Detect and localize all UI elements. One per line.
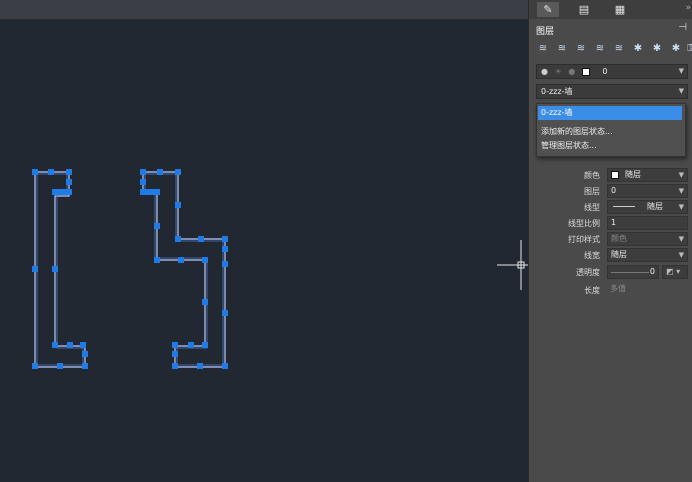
transparency-value: 0 [649, 267, 655, 276]
prop-row-linetype: 线型 随层 ▼ [529, 200, 692, 215]
panel-title: 图层 [536, 27, 555, 37]
sun-icon: ☀ [554, 67, 562, 76]
layer-state-row[interactable]: ● ☀ ● 0 ▼ [536, 64, 688, 79]
prop-row-linetype-scale: 线型比例 1 [529, 216, 692, 231]
color-dropdown[interactable]: 随层 ▼ [607, 168, 688, 182]
prop-label-linetype: 线型 [584, 203, 600, 212]
prop-row-length: 长度 多值 [529, 283, 692, 298]
layer-freeze-icon[interactable]: ✱ [631, 42, 645, 56]
popup-item-add-state[interactable]: 添加新的图层状态... [541, 126, 613, 137]
layer-isolate-icon[interactable]: ≋ [593, 42, 607, 56]
layer-off-icon[interactable]: ✱ [650, 42, 664, 56]
popup-selected-item[interactable]: 0-zzz-墙 [538, 106, 682, 120]
prop-label-layer: 图层 [584, 187, 600, 196]
chevron-down-icon: ▼ [678, 203, 684, 211]
selected-polyline-left-inner [36, 173, 84, 366]
pin-icon[interactable]: ⊣ [678, 22, 687, 33]
prop-row-color: 颜色 随层 ▼ [529, 168, 692, 183]
grips-right[interactable] [140, 169, 228, 369]
color-value: 随层 [625, 170, 641, 179]
transparency-slider[interactable]: 0 [607, 265, 659, 279]
chevron-down-icon: ▼ [678, 187, 684, 195]
chevron-down-icon: ▼ [678, 87, 684, 95]
lineweight-value: 随层 [611, 250, 627, 259]
prop-label-length: 长度 [584, 286, 600, 295]
layer-dropdown[interactable]: 0 ▼ [607, 184, 688, 198]
layer-previous-icon[interactable]: ≋ [574, 42, 588, 56]
crosshair-cursor [497, 240, 528, 290]
transparency-mode-dropdown[interactable]: ◩ ▾ [662, 265, 688, 279]
prop-label-color: 颜色 [584, 171, 600, 180]
prop-row-transparency: 透明度 0 ◩ ▾ [529, 265, 692, 280]
chevron-down-icon: ▼ [678, 67, 684, 75]
layer-unlock-icon[interactable]: ⚿ [684, 42, 692, 56]
layer-properties-icon[interactable]: ≋ [536, 42, 550, 56]
length-value: 多值 [610, 284, 626, 293]
plot-style-dropdown[interactable]: 颜色 ▼ [607, 232, 688, 246]
drawing-canvas[interactable] [0, 20, 528, 482]
popup-item-manage-state[interactable]: 管理图层状态... [541, 140, 597, 151]
collapse-icon[interactable]: » [685, 3, 691, 13]
layer-lock-icon[interactable]: ✱ [669, 42, 683, 56]
layer-match-icon[interactable]: ≋ [555, 42, 569, 56]
prop-row-plot-style: 打印样式 颜色 ▼ [529, 232, 692, 247]
layer-name-value: 0-zzz-墙 [541, 87, 573, 96]
chevron-down-icon: ▼ [678, 171, 684, 179]
prop-row-lineweight: 线宽 随层 ▼ [529, 248, 692, 263]
grips-left[interactable] [32, 169, 88, 369]
layer-row-value: 0 [602, 67, 608, 76]
prop-label-plot-style: 打印样式 [568, 235, 600, 244]
panel-tabs: ✎ ▤ ▦ » [529, 0, 692, 19]
layer-name-dropdown[interactable]: 0-zzz-墙 ▼ [536, 84, 688, 99]
prop-label-lineweight: 线宽 [584, 251, 600, 260]
layer-state-popup: 0-zzz-墙 添加新的图层状态... 管理图层状态... [536, 103, 686, 157]
properties-tab-icon[interactable]: ✎ [537, 2, 559, 17]
top-toolbar-strip [0, 0, 528, 20]
color-swatch [611, 170, 619, 179]
blocks-tab-icon[interactable]: ▦ [609, 2, 631, 17]
prop-label-linetype-scale: 线型比例 [568, 219, 600, 228]
lineweight-dropdown[interactable]: 随层 ▼ [607, 248, 688, 262]
layers-tab-icon[interactable]: ▤ [573, 2, 595, 17]
chevron-down-icon: ▼ [678, 235, 684, 243]
properties-panel: ✎ ▤ ▦ » 图层 ⊣ ≋ ≋ ≋ ≋ ≋ ✱ ✱ ✱ ⚿ ● ☀ ● 0 ▼… [528, 0, 692, 482]
layer-unisolate-icon[interactable]: ≋ [612, 42, 626, 56]
drawing-svg [32, 169, 528, 369]
linetype-value: 随层 [647, 202, 663, 211]
lock-icon: ● [568, 67, 576, 76]
prop-row-layer: 图层 0 ▼ [529, 184, 692, 199]
plot-style-value: 颜色 [611, 234, 627, 243]
linetype-scale-input[interactable]: 1 [607, 216, 688, 230]
bulb-icon: ● [541, 67, 548, 76]
linetype-dropdown[interactable]: 随层 ▼ [607, 200, 688, 214]
prop-label-transparency: 透明度 [576, 268, 600, 277]
chevron-down-icon: ▼ [678, 251, 684, 259]
layer-color-swatch [581, 67, 590, 76]
selected-polyline-left[interactable] [34, 171, 86, 368]
linetype-preview [613, 206, 635, 207]
layer-value: 0 [611, 186, 617, 195]
slider-track [611, 272, 649, 273]
